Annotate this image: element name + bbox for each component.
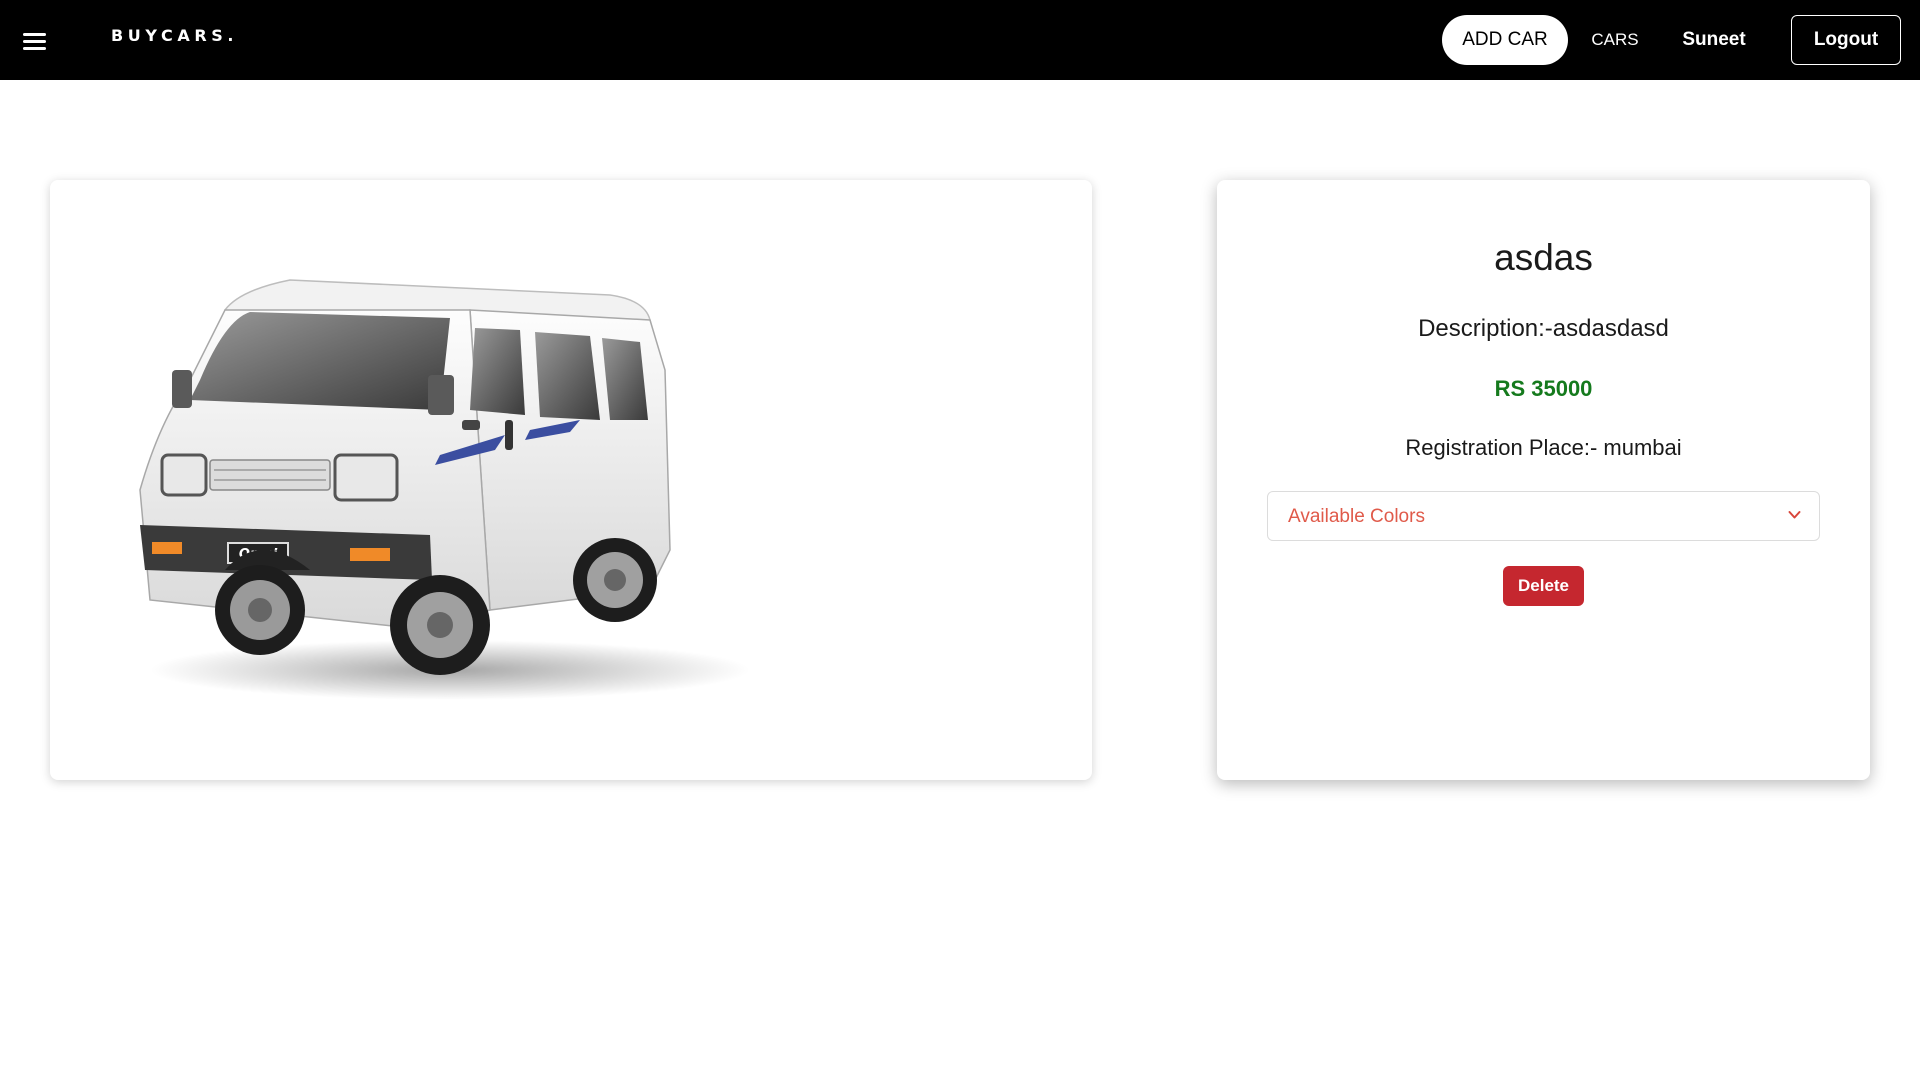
delete-button[interactable]: Delete bbox=[1503, 566, 1584, 606]
van-photo: Omni bbox=[139, 279, 750, 700]
chevron-down-icon bbox=[1788, 511, 1801, 519]
brand-logo[interactable]: BUYCARS. bbox=[111, 26, 238, 45]
car-price: RS 35000 bbox=[1494, 376, 1593, 401]
car-description: Description:-asdasdasd bbox=[1418, 315, 1669, 342]
user-name-link[interactable]: Suneet bbox=[1668, 15, 1760, 65]
cars-link[interactable]: CARS bbox=[1580, 15, 1650, 65]
car-title: asdas bbox=[1494, 237, 1593, 278]
available-colors-select[interactable]: Available Colors bbox=[1267, 491, 1820, 541]
car-image-card: Omni bbox=[50, 180, 1092, 780]
car-detail-card: asdas Description:-asdasdasd RS 35000 Re… bbox=[1217, 180, 1870, 780]
available-colors-label: Available Colors bbox=[1288, 506, 1425, 527]
logout-button[interactable]: Logout bbox=[1791, 15, 1901, 65]
car-registration-place: Registration Place:- mumbai bbox=[1405, 435, 1682, 460]
navbar: BUYCARS. ADD CAR CARS Suneet Logout bbox=[0, 0, 1920, 80]
add-car-button[interactable]: ADD CAR bbox=[1442, 15, 1568, 65]
hamburger-menu-icon[interactable] bbox=[23, 33, 46, 51]
